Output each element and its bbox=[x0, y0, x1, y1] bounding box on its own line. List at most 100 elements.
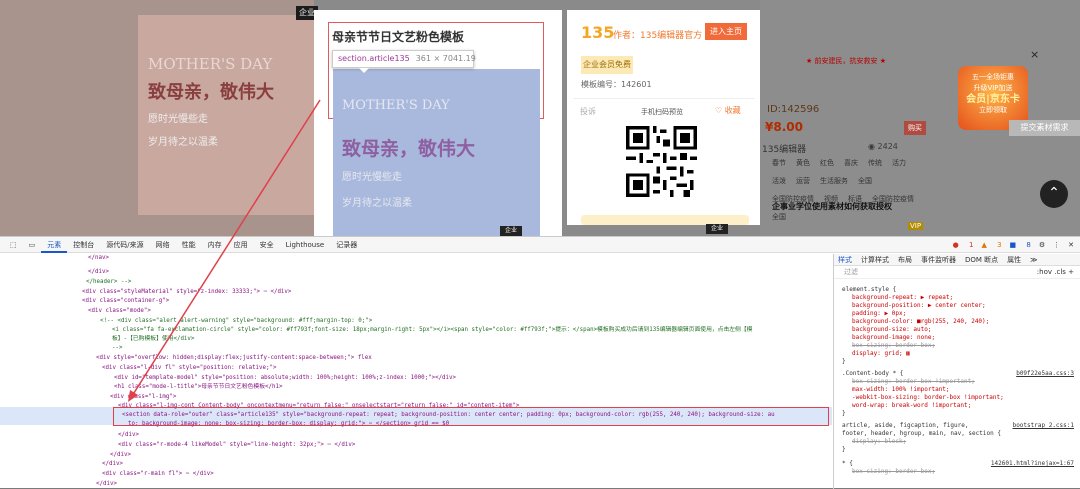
style-line: } bbox=[842, 446, 846, 453]
enter-homepage-button[interactable]: 进入主页 bbox=[705, 23, 747, 40]
tooltip-arrow bbox=[359, 68, 369, 73]
tag[interactable]: 全国 bbox=[772, 212, 786, 222]
style-line[interactable]: background-position: ▶ center center; bbox=[852, 302, 986, 310]
tab-properties[interactable]: 属性 bbox=[1007, 255, 1021, 265]
style-line[interactable]: word-wrap: break-word !important; bbox=[852, 402, 971, 410]
info-count[interactable]: ■ 8 bbox=[1010, 241, 1031, 249]
tag[interactable]: 春节 bbox=[772, 158, 786, 168]
submit-request-button[interactable]: 提交素材需求 bbox=[1009, 120, 1080, 136]
tag[interactable]: 全国 bbox=[858, 176, 872, 186]
promo-line2: 升级VIP加送 bbox=[973, 84, 1013, 92]
tab-sources[interactable]: 源代码/来源 bbox=[100, 237, 149, 253]
tag[interactable]: 喜庆 bbox=[844, 158, 858, 168]
more-icon[interactable]: ⋮ bbox=[1053, 241, 1060, 249]
dom-line[interactable]: <div class="mode"> bbox=[88, 307, 151, 316]
dom-line[interactable]: <h1 class="mode-l-title">母亲节节日文艺粉色模板</h1… bbox=[114, 383, 282, 392]
style-line[interactable]: background-image: none; bbox=[852, 334, 935, 342]
style-line[interactable]: box-sizing: border-box; bbox=[852, 468, 935, 476]
tab-performance[interactable]: 性能 bbox=[176, 237, 202, 253]
buy-button[interactable]: 购买 bbox=[904, 121, 926, 135]
promo-line4: 立即领取 bbox=[979, 106, 1007, 114]
dom-line[interactable]: 板】-【已购模板】使用</div> bbox=[112, 335, 194, 344]
tab-recorder[interactable]: 记录器 bbox=[330, 237, 363, 253]
style-line[interactable]: display: block; bbox=[852, 438, 906, 446]
style-line[interactable]: max-width: 100% !important; bbox=[852, 386, 950, 394]
error-count[interactable]: ● 1 bbox=[953, 241, 974, 249]
style-line[interactable]: box-sizing: border-box !important; bbox=[852, 378, 975, 386]
dom-line[interactable]: <div class="l-img"> bbox=[110, 393, 176, 402]
preview-enterprise-badge: 企业 bbox=[500, 226, 522, 236]
close-devtools-icon[interactable]: ✕ bbox=[1068, 241, 1074, 249]
tag[interactable]: 传统 bbox=[868, 158, 882, 168]
settings-icon[interactable]: ⚙ bbox=[1039, 241, 1045, 249]
preview-poster-cn: 致母亲，敬伟大 bbox=[342, 138, 476, 160]
dom-line[interactable]: </header> --> bbox=[86, 278, 131, 287]
tab-lighthouse[interactable]: Lighthouse bbox=[280, 237, 331, 253]
dom-line[interactable]: </div> bbox=[102, 460, 123, 469]
more-tabs-icon[interactable]: ≫ bbox=[1030, 256, 1037, 264]
tab-application[interactable]: 应用 bbox=[228, 237, 254, 253]
dom-line[interactable]: </div> bbox=[110, 451, 131, 460]
report-link[interactable]: 投诉 bbox=[580, 106, 596, 117]
tab-styles[interactable]: 样式 bbox=[838, 255, 852, 265]
style-line[interactable]: background-color: ■rgb(255, 240, 240); bbox=[852, 318, 989, 326]
style-line[interactable]: background-repeat: ▶ repeat; bbox=[852, 294, 953, 302]
authorization-notice[interactable]: 企事业学位使用素材如何获取授权 bbox=[772, 201, 892, 212]
item-views: ◉ 2424 bbox=[868, 142, 898, 151]
tag[interactable]: 活力 bbox=[892, 158, 906, 168]
editor-logo: 135 bbox=[581, 23, 615, 42]
tab-console[interactable]: 控制台 bbox=[67, 237, 100, 253]
dom-line[interactable]: <div class="styleMaterial" style="z-inde… bbox=[82, 288, 291, 297]
style-line[interactable]: display: grid; ▦ bbox=[852, 350, 910, 358]
tab-memory[interactable]: 内存 bbox=[202, 237, 228, 253]
tooltip-size: 361 × 7041.19 bbox=[415, 54, 476, 63]
tab-event-listeners[interactable]: 事件监听器 bbox=[921, 255, 956, 265]
tab-computed[interactable]: 计算样式 bbox=[861, 255, 889, 265]
tag[interactable]: 活泼 bbox=[772, 176, 786, 186]
favorite-button[interactable]: ♡ 收藏 bbox=[715, 105, 741, 116]
stylesheet-link[interactable]: b09f22e5aa.css:3 bbox=[1016, 370, 1074, 377]
inspect-icon[interactable]: ⬚ bbox=[4, 237, 23, 253]
style-filter-bar: 过滤 :hov .cls + bbox=[834, 266, 1080, 279]
elements-tree: </nav> </div> </header> --> <div class="… bbox=[0, 254, 832, 489]
style-line[interactable]: background-size: auto; bbox=[852, 326, 931, 334]
style-line[interactable]: box-sizing: border-box; bbox=[852, 342, 935, 350]
dom-line[interactable]: <div class="container-g"> bbox=[82, 297, 169, 306]
left-poster-en: MOTHER'S DAY bbox=[148, 55, 273, 73]
dom-line[interactable]: <i class="fa fa-exclamation-circle" styl… bbox=[112, 326, 752, 335]
device-toggle-icon[interactable]: ▭ bbox=[23, 237, 42, 253]
style-line[interactable]: padding: ▶ 0px; bbox=[852, 310, 906, 318]
dom-line[interactable]: </div> bbox=[118, 431, 139, 440]
dom-line[interactable]: <div class="r-mode-4 likeModel" style="l… bbox=[118, 441, 355, 450]
author-label[interactable]: 作者：135编辑器官方 bbox=[613, 28, 702, 41]
dom-line[interactable]: <div id="template-model" style="position… bbox=[114, 374, 456, 383]
dom-line[interactable]: --> bbox=[112, 344, 122, 353]
tag[interactable]: 生活服务 bbox=[820, 176, 848, 186]
tab-security[interactable]: 安全 bbox=[254, 237, 280, 253]
tag[interactable]: 红色 bbox=[820, 158, 834, 168]
dom-line[interactable]: <div style="overflow: hidden;display:fle… bbox=[96, 354, 372, 363]
stylesheet-link[interactable]: bootstrap_2.css:1 bbox=[1013, 422, 1074, 429]
warning-count[interactable]: ▲ 3 bbox=[981, 241, 1001, 249]
tab-dom-breakpoints[interactable]: DOM 断点 bbox=[965, 255, 998, 265]
tab-network[interactable]: 网络 bbox=[150, 237, 176, 253]
tab-elements[interactable]: 元素 bbox=[41, 237, 68, 253]
filter-input[interactable]: 过滤 bbox=[844, 267, 858, 277]
tag[interactable]: 黄色 bbox=[796, 158, 810, 168]
style-line: * { bbox=[842, 460, 853, 467]
stylesheet-link[interactable]: 142601.html?inejax=1:67 bbox=[991, 460, 1074, 467]
tag[interactable]: 运营 bbox=[796, 176, 810, 186]
dom-line[interactable]: <div class="r-main fl"> ⋯ </div> bbox=[102, 470, 214, 479]
style-line[interactable]: -webkit-box-sizing: border-box !importan… bbox=[852, 394, 1004, 402]
back-to-top-button[interactable]: ⌃ bbox=[1040, 180, 1068, 208]
dom-line[interactable]: <div class="l-div fl" style="position: r… bbox=[102, 364, 277, 373]
close-icon[interactable]: × bbox=[1030, 48, 1039, 61]
style-line: .Content-body * { bbox=[842, 370, 904, 377]
dom-line[interactable]: </div> bbox=[88, 268, 109, 277]
tab-layout[interactable]: 布局 bbox=[898, 255, 912, 265]
dom-line[interactable]: <!-- <div class="alert alert-warning" st… bbox=[100, 317, 372, 326]
dom-line[interactable]: </nav> bbox=[88, 254, 109, 263]
devtools-panel: ⬚ ▭ 元素 控制台 源代码/来源 网络 性能 内存 应用 安全 Lightho… bbox=[0, 236, 1080, 489]
enterprise-free-button[interactable]: 企业会员免费 bbox=[581, 56, 633, 74]
filter-controls[interactable]: :hov .cls + bbox=[1037, 268, 1074, 276]
